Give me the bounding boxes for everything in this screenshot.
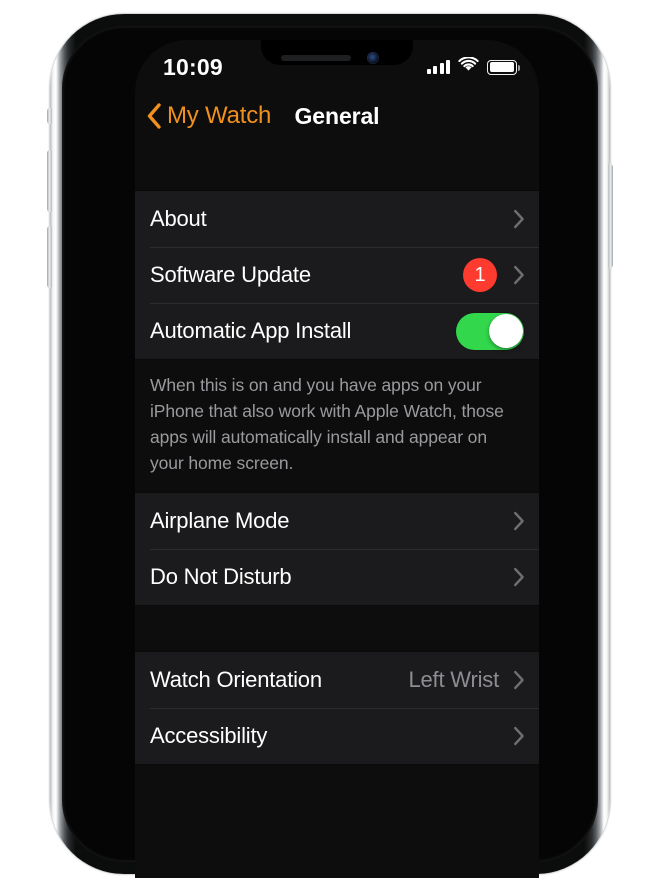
automatic-app-install-toggle[interactable] (456, 312, 524, 350)
wifi-icon (458, 56, 479, 77)
list-item-label: About (150, 206, 207, 231)
list-item-label: Airplane Mode (150, 508, 290, 533)
chevron-right-icon (513, 209, 525, 229)
list-item-label: Watch Orientation (150, 667, 322, 692)
list-item-label: Automatic App Install (150, 318, 352, 343)
volume-down-button[interactable] (47, 226, 52, 288)
signal-bars-icon (426, 60, 450, 74)
chevron-right-icon (513, 265, 525, 285)
phone-screen: 10:09 My Watch General About Software Up… (135, 40, 539, 878)
iphone-device-frame: 10:09 My Watch General About Software Up… (47, 14, 613, 878)
page-title: General (294, 103, 380, 129)
list-item-label: Accessibility (150, 723, 268, 748)
list-item-do-not-disturb[interactable]: Do Not Disturb (135, 549, 539, 605)
list-item-about[interactable]: About (135, 191, 539, 247)
settings-list[interactable]: About Software Update 1 Automatic App In… (135, 144, 539, 878)
status-bar-icons (426, 51, 521, 77)
list-item-software-update[interactable]: Software Update 1 (135, 247, 539, 303)
list-item-label: Software Update (150, 262, 311, 287)
chevron-right-icon (513, 567, 525, 587)
battery-icon (487, 59, 521, 75)
chevron-right-icon (513, 511, 525, 531)
list-item-automatic-app-install[interactable]: Automatic App Install (135, 303, 539, 359)
navigation-bar: My Watch General (135, 88, 539, 144)
chevron-right-icon (513, 726, 525, 746)
section-footer-note: When this is on and you have apps on you… (135, 360, 539, 492)
list-top-gap (135, 144, 539, 190)
section-gap (135, 606, 539, 651)
status-bar-time: 10:09 (163, 53, 223, 80)
status-badge: 1 (463, 258, 497, 292)
earpiece-speaker-icon (281, 55, 351, 61)
list-item-label: Do Not Disturb (150, 564, 292, 589)
side-power-button[interactable] (608, 164, 613, 268)
list-item-watch-orientation[interactable]: Watch Orientation Left Wrist (135, 652, 539, 708)
list-item-accessibility[interactable]: Accessibility (135, 708, 539, 764)
section-connectivity: Airplane Mode Do Not Disturb (135, 492, 539, 606)
list-item-airplane-mode[interactable]: Airplane Mode (135, 493, 539, 549)
front-camera-icon (367, 52, 379, 64)
section-general-primary: About Software Update 1 Automatic App In… (135, 190, 539, 360)
notch (261, 40, 413, 65)
section-device-options: Watch Orientation Left Wrist Accessibili… (135, 651, 539, 765)
list-item-value: Left Wrist (408, 667, 499, 692)
chevron-right-icon (513, 670, 525, 690)
mute-switch[interactable] (47, 108, 52, 124)
volume-up-button[interactable] (47, 150, 52, 212)
toggle-knob (488, 314, 523, 348)
